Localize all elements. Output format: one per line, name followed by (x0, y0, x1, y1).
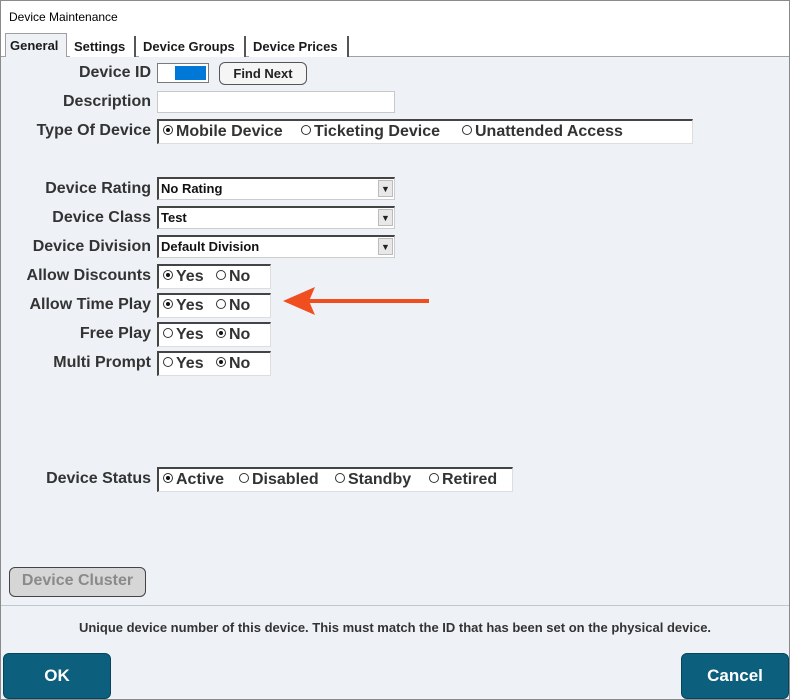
device-id-input[interactable] (157, 63, 209, 83)
type-of-device-label: Type Of Device (36, 122, 151, 139)
allow-time-play-label: Allow Time Play (29, 296, 151, 313)
status-retired-option[interactable]: Retired (429, 471, 497, 489)
device-rating-select[interactable]: No Rating ▼ (157, 177, 395, 200)
radio-icon (462, 125, 472, 135)
general-tab-panel: Device ID Find Next Description Type Of … (1, 57, 789, 605)
status-hint-text: Unique device number of this device. Thi… (1, 605, 789, 645)
description-label: Description (62, 93, 151, 110)
multi-prompt-label: Multi Prompt (53, 354, 151, 371)
radio-icon (163, 328, 173, 338)
device-class-select[interactable]: Test ▼ (157, 206, 395, 229)
allow-discounts-no-option[interactable]: No (216, 268, 250, 286)
device-rating-value: No Rating (161, 181, 223, 196)
free-play-yes-option[interactable]: Yes (163, 326, 204, 344)
radio-icon (335, 473, 345, 483)
device-id-label: Device ID (78, 64, 151, 81)
type-of-device-radio-group: Mobile Device Ticketing Device Unattende… (157, 119, 693, 144)
radio-selected-icon (163, 299, 173, 309)
free-play-no-option[interactable]: No (216, 326, 250, 344)
device-division-select[interactable]: Default Division ▼ (157, 235, 395, 258)
radio-selected-icon (163, 125, 173, 135)
device-maintenance-window: Device Maintenance General Settings Devi… (0, 0, 790, 700)
description-input[interactable] (157, 91, 395, 113)
allow-time-play-radio-group: Yes No (157, 293, 271, 318)
free-play-radio-group: Yes No (157, 322, 271, 347)
device-rating-label: Device Rating (45, 180, 151, 197)
type-unattended-access-option[interactable]: Unattended Access (462, 123, 623, 141)
tab-settings[interactable]: Settings (70, 36, 136, 57)
find-next-button[interactable]: Find Next (219, 62, 307, 85)
allow-time-play-no-option[interactable]: No (216, 297, 250, 315)
tab-strip: General Settings Device Groups Device Pr… (1, 33, 789, 58)
allow-discounts-radio-group: Yes No (157, 264, 271, 289)
type-mobile-device-option[interactable]: Mobile Device (163, 123, 283, 141)
device-status-label: Device Status (46, 470, 151, 487)
radio-icon (216, 270, 226, 280)
tab-device-prices[interactable]: Device Prices (249, 36, 349, 57)
tab-device-groups[interactable]: Device Groups (139, 36, 246, 57)
allow-discounts-label: Allow Discounts (26, 267, 151, 284)
radio-selected-icon (163, 270, 173, 280)
multi-prompt-yes-option[interactable]: Yes (163, 355, 204, 373)
radio-selected-icon (216, 328, 226, 338)
type-ticketing-device-option[interactable]: Ticketing Device (301, 123, 440, 141)
chevron-down-icon[interactable]: ▼ (378, 180, 393, 197)
radio-icon (239, 473, 249, 483)
chevron-down-icon[interactable]: ▼ (378, 209, 393, 226)
status-standby-option[interactable]: Standby (335, 471, 411, 489)
device-cluster-button: Device Cluster (9, 567, 146, 597)
window-title: Device Maintenance (9, 10, 118, 24)
device-id-selection (175, 66, 206, 80)
radio-selected-icon (163, 473, 173, 483)
device-division-label: Device Division (32, 238, 151, 255)
window-titlebar: Device Maintenance (1, 1, 789, 33)
radio-icon (216, 299, 226, 309)
radio-icon (429, 473, 439, 483)
device-class-value: Test (161, 210, 187, 225)
ok-button[interactable]: OK (3, 653, 111, 699)
allow-discounts-yes-option[interactable]: Yes (163, 268, 204, 286)
device-class-label: Device Class (52, 209, 151, 226)
radio-icon (163, 357, 173, 367)
status-active-option[interactable]: Active (163, 471, 224, 489)
radio-icon (301, 125, 311, 135)
allow-time-play-yes-option[interactable]: Yes (163, 297, 204, 315)
cancel-button[interactable]: Cancel (681, 653, 789, 699)
tab-general[interactable]: General (5, 33, 67, 58)
multi-prompt-radio-group: Yes No (157, 351, 271, 376)
arrow-left-icon (283, 287, 429, 315)
multi-prompt-no-option[interactable]: No (216, 355, 250, 373)
device-status-radio-group: Active Disabled Standby Retired (157, 467, 513, 492)
free-play-label: Free Play (79, 325, 151, 342)
status-disabled-option[interactable]: Disabled (239, 471, 319, 489)
radio-selected-icon (216, 357, 226, 367)
chevron-down-icon[interactable]: ▼ (378, 238, 393, 255)
device-division-value: Default Division (161, 239, 260, 254)
